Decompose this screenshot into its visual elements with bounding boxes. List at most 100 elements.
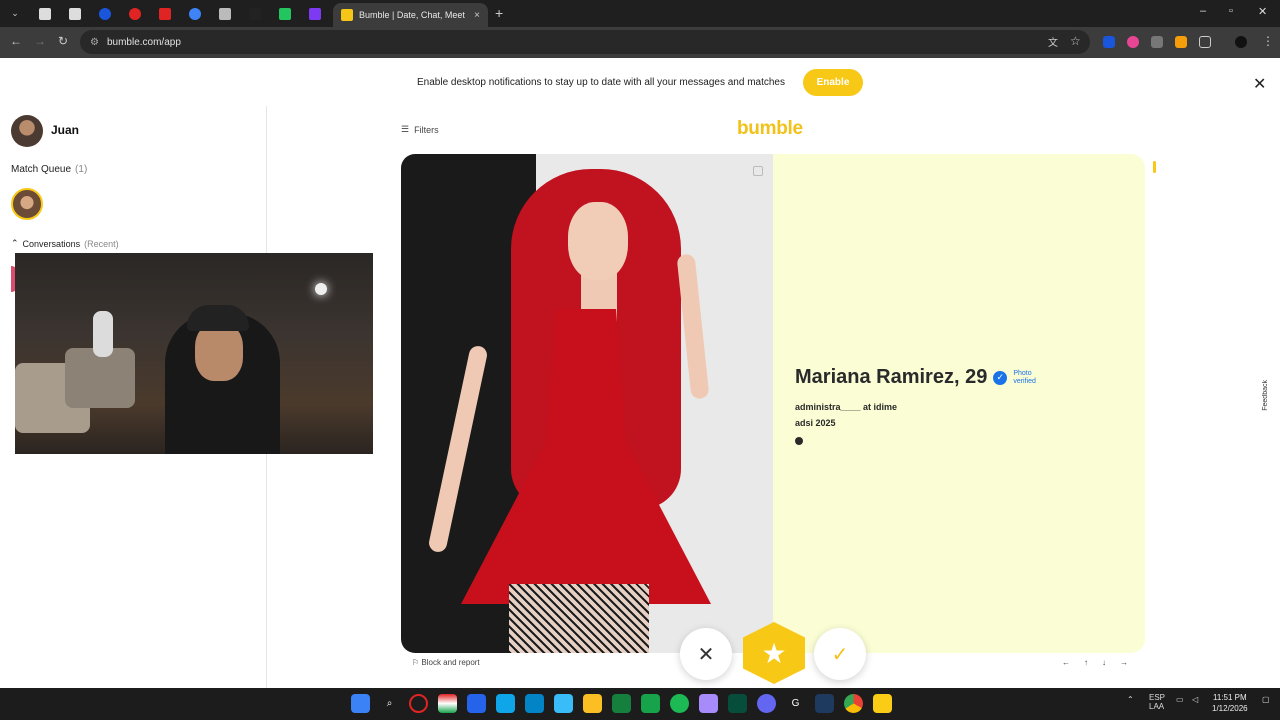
conversations-title: Conversations xyxy=(22,238,81,249)
opera-icon[interactable] xyxy=(409,694,428,713)
volume-icon[interactable]: ◁ xyxy=(1192,695,1198,704)
minimize-button[interactable]: – xyxy=(1200,5,1206,17)
security-icon[interactable] xyxy=(467,694,486,713)
extension-icon[interactable] xyxy=(1175,36,1187,48)
back-arrow-icon[interactable]: ← xyxy=(10,34,22,48)
profile-avatar[interactable] xyxy=(1235,36,1247,48)
enable-notifications-button[interactable]: Enable xyxy=(803,68,863,96)
pinned-tab[interactable] xyxy=(90,0,120,27)
like-button[interactable]: ✓ xyxy=(814,628,866,680)
extensions-puzzle-icon[interactable] xyxy=(1199,36,1211,48)
pinned-tab[interactable] xyxy=(180,0,210,27)
arm-shape xyxy=(427,344,489,554)
language-code: ESP xyxy=(1149,693,1166,702)
pinned-tab[interactable] xyxy=(30,0,60,27)
tab-search-button[interactable]: ⌄ xyxy=(0,0,30,27)
conversations-header[interactable]: ⌃ Conversations (Recent) xyxy=(11,238,119,249)
filters-button[interactable]: ☰ Filters xyxy=(401,124,439,135)
pinned-tab[interactable] xyxy=(150,0,180,27)
profile-card[interactable]: Mariana Ramirez, 29 ✓ Photo verified adm… xyxy=(401,154,1145,653)
taskbar-apps: ⌕ G xyxy=(351,694,892,713)
match-queue-avatar[interactable] xyxy=(11,188,43,220)
bumble-logo[interactable]: bumble xyxy=(737,118,803,140)
extension-icon[interactable] xyxy=(1151,36,1163,48)
figure-shape xyxy=(93,311,113,357)
site-info-icon[interactable]: ⚙ xyxy=(90,37,99,48)
maximize-button[interactable]: ▫ xyxy=(1229,5,1233,17)
close-tab-icon[interactable]: × xyxy=(474,10,480,21)
legs-shape xyxy=(509,584,649,653)
notifications-icon[interactable]: ▢ xyxy=(1262,695,1270,704)
bookmark-star-icon[interactable]: ☆ xyxy=(1070,34,1081,48)
screen: ⌄ Bumble | Date, Chat, Meet New × + – ▫ … xyxy=(0,0,1280,720)
reload-icon[interactable]: ↻ xyxy=(58,34,68,48)
chevron-down-icon: ⌄ xyxy=(11,8,19,18)
filters-label: Filters xyxy=(414,124,439,135)
nvidia-icon[interactable] xyxy=(641,694,660,713)
profile-photo[interactable] xyxy=(401,154,773,653)
search-icon[interactable]: ⌕ xyxy=(380,694,399,713)
spotify-icon[interactable] xyxy=(670,694,689,713)
pinned-tab[interactable] xyxy=(120,0,150,27)
new-tab-button[interactable]: + xyxy=(495,5,503,21)
chair-shape xyxy=(65,348,135,408)
profile-name: Mariana Ramirez, 29 xyxy=(795,366,988,388)
left-arrow-icon: ← xyxy=(1062,658,1070,667)
notification-banner: Enable desktop notifications to stay up … xyxy=(0,58,1280,106)
info-icon[interactable] xyxy=(795,437,803,445)
app-icon[interactable] xyxy=(699,694,718,713)
user-name[interactable]: Juan xyxy=(51,123,79,137)
pinned-tab[interactable] xyxy=(60,0,90,27)
site-icon xyxy=(129,7,141,20)
pinned-tab[interactable] xyxy=(240,0,270,27)
user-avatar[interactable] xyxy=(11,115,43,147)
page-icon xyxy=(69,7,81,20)
windows-start-icon[interactable] xyxy=(351,694,370,713)
network-icon[interactable]: ▭ xyxy=(1176,695,1184,704)
more-menu-icon[interactable]: ⋮ xyxy=(1262,34,1274,48)
language-indicator[interactable]: ESP LAA xyxy=(1149,693,1165,711)
extension-icon[interactable] xyxy=(1103,36,1115,48)
app-icon[interactable] xyxy=(496,694,515,713)
app-icon[interactable] xyxy=(438,694,457,713)
folder-icon[interactable] xyxy=(583,694,602,713)
app-icon[interactable] xyxy=(554,694,573,713)
close-window-button[interactable]: ✕ xyxy=(1258,5,1267,18)
app-icon[interactable] xyxy=(525,694,544,713)
tool-icon xyxy=(219,7,231,20)
address-bar[interactable]: ⚙ bumble.com/app xyxy=(80,30,1090,54)
scroll-indicator[interactable] xyxy=(1153,161,1156,173)
feedback-tab[interactable]: Feedback xyxy=(1262,380,1269,411)
down-arrow-icon: ↓ xyxy=(1102,658,1106,667)
app-icon[interactable] xyxy=(612,694,631,713)
translate-icon[interactable]: 文 xyxy=(1048,34,1058,49)
block-and-report-link[interactable]: ⚐ Block and report xyxy=(412,658,480,667)
app-icon[interactable]: G xyxy=(786,694,805,713)
verified-label: Photo verified xyxy=(1013,369,1036,385)
webcam-overlay xyxy=(15,253,373,454)
pass-button[interactable]: ✕ xyxy=(680,628,732,680)
clock[interactable]: 11:51 PM 1/12/2026 xyxy=(1212,692,1248,714)
profile-job: administra____ at idime xyxy=(795,402,898,412)
forward-arrow-icon[interactable]: → xyxy=(34,34,46,48)
cap-shape xyxy=(187,305,249,331)
clock-date: 1/12/2026 xyxy=(1212,704,1248,713)
extension-icon[interactable] xyxy=(1127,36,1139,48)
steam-icon[interactable] xyxy=(815,694,834,713)
discord-icon[interactable] xyxy=(757,694,776,713)
match-queue-title: Match Queue xyxy=(11,164,72,175)
tray-chevron-icon[interactable]: ⌃ xyxy=(1127,695,1134,704)
pinned-tab[interactable] xyxy=(210,0,240,27)
close-icon[interactable]: ✕ xyxy=(1253,74,1266,94)
face-shape xyxy=(568,202,628,280)
sticky-notes-icon[interactable] xyxy=(873,694,892,713)
pinned-tab[interactable] xyxy=(270,0,300,27)
keyboard-layout: LAA xyxy=(1149,702,1165,711)
chrome-icon[interactable] xyxy=(844,694,863,713)
app-icon[interactable] xyxy=(728,694,747,713)
match-queue-count: (1) xyxy=(75,164,88,175)
tab-bumble[interactable]: Bumble | Date, Chat, Meet New × xyxy=(333,3,488,27)
expand-photo-icon[interactable] xyxy=(753,166,763,176)
pinned-tab[interactable] xyxy=(300,0,330,27)
verified-check-icon: ✓ xyxy=(993,370,1008,385)
